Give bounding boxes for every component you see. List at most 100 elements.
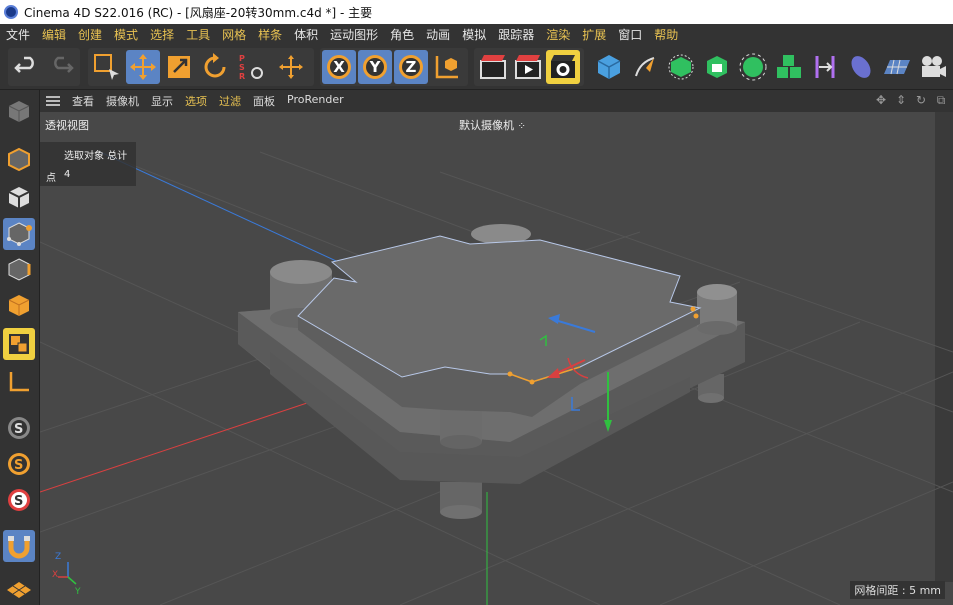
title-bar: Cinema 4D S22.016 (RC) - [风扇座-20转30mm.c4… <box>0 0 953 24</box>
menu-item[interactable]: 渲染 <box>540 26 576 43</box>
menu-item[interactable]: 模拟 <box>456 26 492 43</box>
svg-text:S: S <box>14 494 23 509</box>
maximize-view-icon[interactable]: ⧉ <box>933 93 949 109</box>
magnet-tool-button[interactable] <box>3 530 35 562</box>
rectangle-selection-icon <box>94 54 119 80</box>
subdivision-surface-button[interactable] <box>664 50 698 84</box>
axis-label-z: Z <box>55 552 62 562</box>
menu-item[interactable]: 创建 <box>72 26 108 43</box>
camera-icon <box>922 56 946 77</box>
field-button[interactable] <box>844 50 878 84</box>
workplane-button[interactable] <box>3 574 35 605</box>
menu-item[interactable]: 体积 <box>288 26 324 43</box>
scale-tool-button[interactable] <box>162 50 196 84</box>
menu-item[interactable]: 编辑 <box>36 26 72 43</box>
field-icon <box>851 56 871 78</box>
mograph-button[interactable] <box>772 50 806 84</box>
viewport-menu-item[interactable]: 选项 <box>179 93 213 109</box>
texture-mode-button[interactable] <box>3 182 35 214</box>
rotate-tool-button[interactable] <box>198 50 232 84</box>
redo-button[interactable] <box>44 50 78 84</box>
camera-button[interactable] <box>916 50 950 84</box>
render-view-button[interactable] <box>476 50 510 84</box>
edges-mode-button[interactable] <box>3 254 35 286</box>
menu-item[interactable]: 窗口 <box>612 26 648 43</box>
render-settings-gear-icon <box>551 55 575 78</box>
coordinate-system-icon <box>435 56 458 79</box>
extrude-button[interactable] <box>700 50 734 84</box>
floor-button[interactable] <box>880 50 914 84</box>
points-mode-button[interactable] <box>3 218 35 250</box>
rotate-view-icon[interactable]: ↻ <box>913 93 929 109</box>
model-mode-cube-icon <box>8 147 30 172</box>
left-tool-palette: S S S <box>0 90 40 605</box>
menu-item[interactable]: 选择 <box>144 26 180 43</box>
bend-deformer-icon <box>815 56 835 78</box>
zoom-view-icon[interactable]: ⇕ <box>893 93 909 109</box>
menu-item[interactable]: 模式 <box>108 26 144 43</box>
y-axis-label: Y <box>369 58 381 76</box>
cube-object-button[interactable] <box>592 50 626 84</box>
svg-text:S: S <box>239 63 245 72</box>
points-value: 4 <box>64 169 71 180</box>
axis-label-y: Y <box>75 587 81 597</box>
render-settings-button[interactable] <box>546 50 580 84</box>
viewport-menu-item[interactable]: 查看 <box>66 93 100 109</box>
perspective-viewport[interactable]: 透视视图 默认摄像机 ⁘ 选取对象 总计 点 4 Z X Y 网格间距 : 5 … <box>40 112 953 605</box>
menu-item[interactable]: 帮助 <box>648 26 684 43</box>
polygons-mode-button[interactable] <box>3 290 35 322</box>
move-tool-button[interactable] <box>126 50 160 84</box>
pen-spline-button[interactable] <box>628 50 662 84</box>
window-title: Cinema 4D S22.016 (RC) - [风扇座-20转30mm.c4… <box>24 5 373 20</box>
camera-label[interactable]: 默认摄像机 ⁘ <box>459 117 526 133</box>
clapperboard-icon <box>480 55 506 79</box>
svg-text:S: S <box>14 422 23 437</box>
x-axis-label: X <box>333 58 345 76</box>
uv-mode-button[interactable] <box>3 328 35 360</box>
y-axis-lock-button[interactable]: Y <box>358 50 392 84</box>
view-name-label: 透视视图 <box>45 119 89 132</box>
soft-selection-button[interactable]: S <box>3 484 35 516</box>
viewport-hamburger-icon[interactable] <box>46 94 60 108</box>
model-mode-button[interactable] <box>3 144 35 176</box>
clapperboard-play-icon <box>515 55 541 79</box>
workplane-snap-button[interactable]: S <box>3 448 35 480</box>
viewport-nav-icons: ✥ ⇕ ↻ ⧉ <box>873 93 949 109</box>
menu-item[interactable]: 工具 <box>180 26 216 43</box>
axis-label-x: X <box>52 570 59 580</box>
axis-corner-icon <box>9 372 29 392</box>
viewport-menu-item[interactable]: 摄像机 <box>100 93 145 109</box>
axis-mode-button[interactable] <box>3 366 35 398</box>
viewport-menu-item[interactable]: ProRender <box>281 93 350 109</box>
coordinate-system-button[interactable] <box>430 50 464 84</box>
viewport-menu-items: 查看 摄像机 显示 选项 过滤 面板 ProRender <box>66 93 350 109</box>
deformer-button[interactable] <box>808 50 842 84</box>
snap-button[interactable]: S <box>3 412 35 444</box>
polygons-cube-icon <box>8 295 30 316</box>
cloner-button[interactable] <box>736 50 770 84</box>
checker-cube-icon <box>8 187 30 208</box>
psr-tool-button[interactable]: P S R <box>234 50 268 84</box>
menu-item[interactable]: 扩展 <box>576 26 612 43</box>
live-selection-button[interactable] <box>90 50 124 84</box>
menu-item[interactable]: 角色 <box>384 26 420 43</box>
menu-item[interactable]: 样条 <box>252 26 288 43</box>
menu-item[interactable]: 文件 <box>0 26 36 43</box>
scene-canvas[interactable] <box>40 112 953 605</box>
last-tool-button[interactable] <box>274 50 308 84</box>
x-axis-lock-button[interactable]: X <box>322 50 356 84</box>
z-axis-lock-button[interactable]: Z <box>394 50 428 84</box>
menu-item[interactable]: 网格 <box>216 26 252 43</box>
undo-button[interactable] <box>10 50 44 84</box>
viewport-menu-item[interactable]: 过滤 <box>213 93 247 109</box>
camera-dots-icon: ⁘ <box>517 121 526 132</box>
menu-item[interactable]: 跟踪器 <box>492 26 540 43</box>
mograph-cubes-icon <box>777 55 801 78</box>
viewport-menu-item[interactable]: 面板 <box>247 93 281 109</box>
viewport-menu-item[interactable]: 显示 <box>145 93 179 109</box>
make-editable-button[interactable] <box>3 96 35 128</box>
menu-item[interactable]: 运动图形 <box>324 26 384 43</box>
pan-view-icon[interactable]: ✥ <box>873 93 889 109</box>
menu-item[interactable]: 动画 <box>420 26 456 43</box>
render-picture-viewer-button[interactable] <box>511 50 545 84</box>
